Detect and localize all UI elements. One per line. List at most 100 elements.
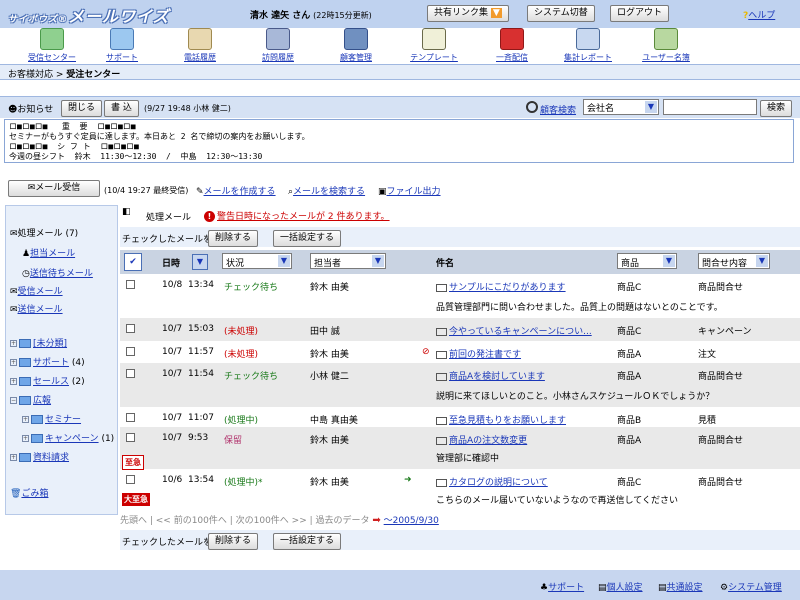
row-checkbox[interactable]	[126, 475, 135, 484]
mail-icon	[436, 478, 447, 487]
row-subject-link[interactable]: 商品Aの注文数変更	[449, 436, 527, 446]
row-checkbox[interactable]	[126, 433, 135, 442]
tool-template[interactable]: テンプレート	[394, 28, 474, 63]
notice-body: ロ■ロ■ロ■ 重 要 ロ■ロ■ロ■ セミナーがもうすぐ定員に達します。本日あと …	[4, 119, 794, 163]
sidebar-item-processing[interactable]: ✉処理メール (7)	[10, 226, 78, 239]
sidebar-item-assigned[interactable]: ♟担当メール	[22, 246, 75, 259]
folder-sales[interactable]: + セールス (2)	[10, 374, 85, 387]
sidebar-item-trash[interactable]: 🗑ごみ箱	[10, 486, 48, 499]
folder-pr[interactable]: − 広報	[10, 393, 51, 406]
receive-mail-button[interactable]: ✉メール受信	[8, 180, 100, 197]
row-checkbox[interactable]	[126, 413, 135, 422]
tool-broadcast[interactable]: 一斉配信	[472, 28, 552, 63]
folder-campaign[interactable]: + キャンペーン (1)	[22, 431, 114, 444]
row-checkbox[interactable]	[126, 369, 135, 378]
personal-settings-icon: ▤	[598, 583, 607, 593]
sidebar-item-sent[interactable]: ✉送信メール	[10, 302, 63, 315]
past-data-link[interactable]: 〜2005/9/30	[384, 516, 439, 526]
folder-icon	[31, 415, 43, 424]
search-field-select[interactable]: 会社名 ▼	[583, 99, 659, 115]
app-logo: サイボウズ®メールワイズ	[8, 7, 170, 26]
footer-system-link[interactable]: ⚙システム管理	[720, 580, 782, 593]
search-button[interactable]: 検索	[760, 100, 793, 117]
status-filter[interactable]: 状況 ▼	[222, 253, 292, 269]
search-input[interactable]	[663, 99, 757, 115]
help-link[interactable]: ?ヘルプ	[743, 8, 775, 21]
table-row[interactable]: 10/7 11:54 チェック待ち 小林 健二 商品Aを検討しています 商品A 商…	[120, 363, 800, 407]
visit-icon	[266, 28, 290, 50]
reply-icon: ➜	[404, 475, 412, 485]
pager-links[interactable]: 先頭へ | << 前の100件へ | 次の100件へ >> | 過去のデータ	[120, 516, 370, 526]
table-header: ✔ 日時 ▼ 状況 ▼ 担当者 ▼ 件名 商品 ▼ 問合せ内容 ▼	[120, 250, 800, 274]
template-icon	[422, 28, 446, 50]
share-links-button[interactable]: 共有リンク集 ▼	[427, 5, 509, 22]
table-row[interactable]: 10/7 11:07 (処理中) 中島 真由美 至急見積もりをお願いします 商品B…	[120, 407, 800, 427]
table-row[interactable]: 10/7 9:53 保留 鈴木 由美 商品Aの注文数変更 商品A 商品問合せ 管理…	[120, 427, 800, 470]
folder-icon	[19, 453, 31, 462]
customer-search-link[interactable]: 顧客検索	[540, 103, 576, 116]
system-switch-button[interactable]: システム切替	[527, 5, 595, 22]
folder-support[interactable]: + サポート (4)	[10, 355, 85, 368]
row-subject-link[interactable]: カタログの説明について	[449, 478, 548, 488]
common-settings-icon: ▤	[658, 583, 667, 593]
logout-button[interactable]: ログアウト	[610, 5, 670, 22]
urgent-badge: 至急	[122, 455, 144, 470]
table-row[interactable]: 10/8 13:34 チェック待ち 鈴木 由美 サンプルにこだりがあります 商品C…	[120, 274, 800, 318]
notice-icon: ☻	[8, 105, 18, 115]
compose-mail-link[interactable]: ✎メールを作成する	[196, 184, 276, 197]
sort-icon[interactable]: ▼	[192, 254, 208, 270]
check-all-icon[interactable]: ✔	[124, 253, 142, 271]
footer-common-link[interactable]: ▤共通設定	[658, 580, 703, 593]
owner-filter[interactable]: 担当者 ▼	[310, 253, 386, 269]
row-subject-link[interactable]: 商品Aを検討しています	[449, 372, 545, 382]
person-icon: ♟	[22, 249, 31, 259]
row-subject-link[interactable]: 至急見積もりをお願いします	[449, 416, 566, 426]
chevron-down-icon: ▼	[372, 255, 384, 267]
product-filter[interactable]: 商品 ▼	[617, 253, 677, 269]
users-icon	[654, 28, 678, 50]
bulk-set-button[interactable]: 一括設定する	[273, 230, 342, 247]
tool-support[interactable]: サポート	[82, 28, 162, 63]
bulk-set-button-bottom[interactable]: 一括設定する	[273, 533, 342, 550]
breadcrumb-parent[interactable]: お客様対応	[8, 70, 53, 80]
back-icon[interactable]: ◧	[122, 207, 131, 217]
footer-support-link[interactable]: ♣サポート	[540, 580, 584, 593]
tool-inbox[interactable]: 受信センター	[12, 28, 92, 63]
folder-unclassified[interactable]: + [未分類]	[10, 336, 67, 349]
expand-icon: +	[22, 435, 29, 442]
warning-message[interactable]: ! 警告日時になったメールが 2 件あります。	[204, 209, 390, 222]
table-row[interactable]: 10/6 13:54 (処理中)* 鈴木 由美 ➜ カタログの説明について 商品C…	[120, 469, 800, 509]
customer-icon	[344, 28, 368, 50]
checked-actions-bottom: チェックしたメールを 削除する 一括設定する	[120, 530, 800, 550]
table-row[interactable]: 10/7 11:57 (未処理) 鈴木 由美 ⊘ 前回の発注書です 商品A 注文	[120, 341, 800, 363]
sidebar-item-received[interactable]: ✉受信メール	[10, 284, 63, 297]
notice-write-button[interactable]: 書 込	[104, 100, 139, 117]
row-checkbox[interactable]	[126, 280, 135, 289]
row-checkbox[interactable]	[126, 347, 135, 356]
clock-icon: ◷	[22, 269, 30, 279]
breadcrumb-current: 受注センター	[66, 70, 121, 80]
footer-personal-link[interactable]: ▤個人設定	[598, 580, 643, 593]
folder-brochure[interactable]: + 資料請求	[10, 450, 69, 463]
expand-icon: +	[22, 416, 29, 423]
find-mail-link[interactable]: ⌕メールを検索する	[288, 184, 365, 197]
row-subject-link[interactable]: 前回の発注書です	[449, 350, 521, 360]
row-subject-link[interactable]: サンプルにこだりがあります	[449, 283, 566, 293]
mail-icon	[436, 327, 447, 336]
tool-visit-history[interactable]: 訪問履歴	[238, 28, 318, 63]
table-row[interactable]: 10/7 15:03 (未処理) 田中 誠 今やっているキャンペーンについ... …	[120, 318, 800, 341]
delete-button-bottom[interactable]: 削除する	[208, 533, 259, 550]
file-export-link[interactable]: ▣ファイル出力	[378, 184, 441, 197]
notice-meta: (9/27 19:48 小林 健二)	[144, 104, 231, 113]
tool-report[interactable]: 集計レポート	[548, 28, 628, 63]
delete-button[interactable]: 削除する	[208, 230, 259, 247]
folder-seminar[interactable]: + セミナー	[22, 412, 81, 425]
tool-user-list[interactable]: ユーザー名簿	[626, 28, 706, 63]
row-subject-link[interactable]: 今やっているキャンペーンについ...	[449, 327, 592, 337]
tool-phone-history[interactable]: 電話履歴	[160, 28, 240, 63]
sidebar-item-pending-send[interactable]: ◷送信待ちメール	[22, 266, 93, 279]
tool-customer[interactable]: 顧客管理	[316, 28, 396, 63]
notice-close-button[interactable]: 閉じる	[61, 100, 103, 117]
row-checkbox[interactable]	[126, 324, 135, 333]
inquiry-filter[interactable]: 問合せ内容 ▼	[698, 253, 770, 269]
